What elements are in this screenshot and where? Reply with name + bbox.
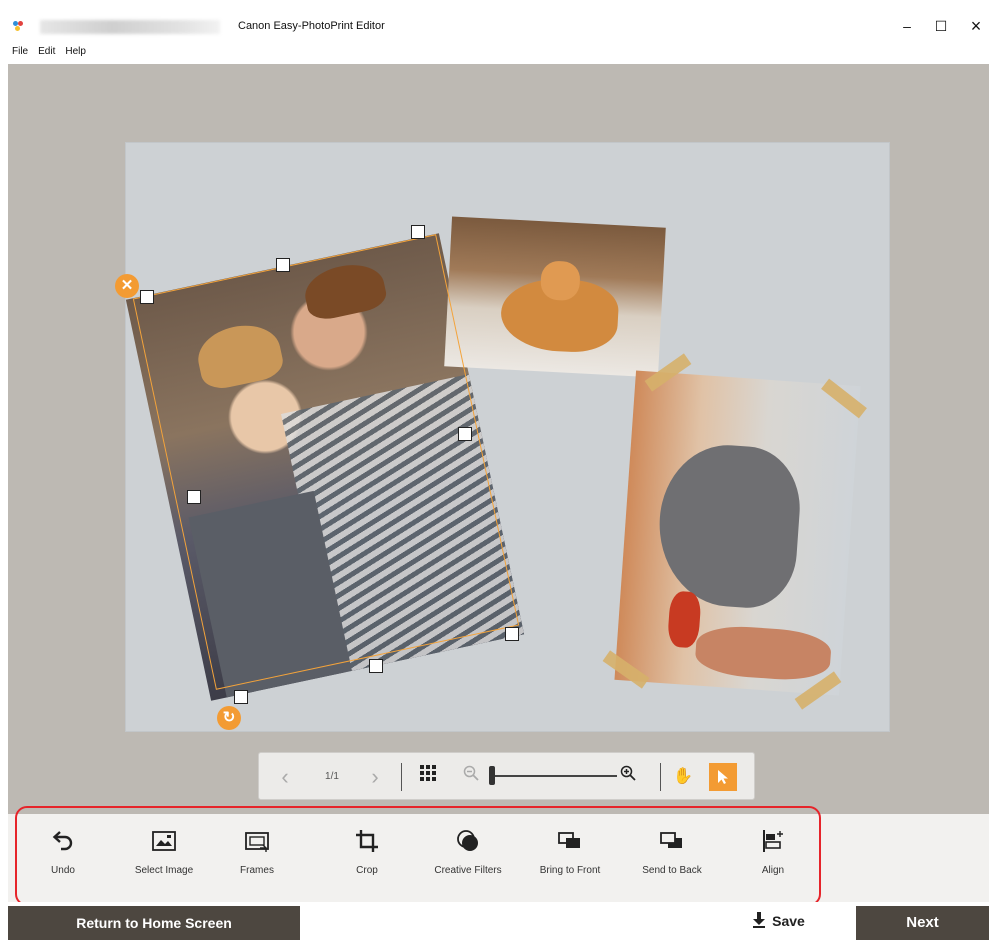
resize-handle[interactable] xyxy=(187,490,201,504)
chevron-right-icon[interactable]: › xyxy=(363,765,387,789)
zoom-in-icon[interactable] xyxy=(616,765,640,789)
menu-file[interactable]: File xyxy=(12,40,28,64)
delete-icon[interactable]: ✕ xyxy=(115,274,139,298)
app-icon xyxy=(13,21,24,31)
select-image-icon xyxy=(152,831,176,851)
resize-handle[interactable] xyxy=(234,690,248,704)
creative-filters-button[interactable]: Creative Filters xyxy=(420,820,516,896)
frames-icon xyxy=(245,832,269,852)
maximize-button[interactable]: ☐ xyxy=(927,16,955,36)
hand-icon[interactable]: ✋ xyxy=(671,765,695,789)
edit-toolbar: Undo Select Image Frames Crop Creative F… xyxy=(8,814,989,902)
chevron-left-icon[interactable]: ‹ xyxy=(273,765,297,789)
resize-handle[interactable] xyxy=(276,258,290,272)
photo-parrot[interactable] xyxy=(614,370,861,696)
menu-edit[interactable]: Edit xyxy=(38,40,55,64)
close-button[interactable]: × xyxy=(962,16,990,36)
resize-handle[interactable] xyxy=(505,627,519,641)
bring-to-front-icon xyxy=(558,832,580,848)
crop-label: Crop xyxy=(356,865,378,876)
resize-handle[interactable] xyxy=(411,225,425,239)
menu-help[interactable]: Help xyxy=(65,40,86,64)
next-button[interactable]: Next xyxy=(856,906,989,940)
pointer-icon[interactable] xyxy=(709,763,737,791)
select-image-button[interactable]: Select Image xyxy=(116,820,212,896)
rotate-icon[interactable]: ↻ xyxy=(217,706,241,730)
window-title: Canon Easy-PhotoPrint Editor xyxy=(238,20,385,32)
align-button[interactable]: Align xyxy=(725,820,821,896)
zoom-out-icon[interactable] xyxy=(459,765,483,789)
zoom-slider-thumb[interactable] xyxy=(489,766,495,785)
send-to-back-label: Send to Back xyxy=(642,865,702,876)
return-home-button[interactable]: Return to Home Screen xyxy=(8,906,300,940)
minimize-button[interactable]: – xyxy=(893,16,921,36)
title-bar: Canon Easy-PhotoPrint Editor – ☐ × xyxy=(0,0,997,40)
grid-icon[interactable] xyxy=(416,765,440,789)
crop-button[interactable]: Crop xyxy=(319,820,415,896)
download-icon xyxy=(753,912,766,928)
bring-to-front-label: Bring to Front xyxy=(539,865,601,876)
send-to-back-icon xyxy=(660,832,682,848)
frames-button[interactable]: Frames xyxy=(209,820,305,896)
save-button[interactable]: Save xyxy=(701,902,856,940)
undo-icon xyxy=(52,831,73,851)
align-label: Align xyxy=(761,865,785,876)
footer-bar: Return to Home Screen Save Next xyxy=(8,902,989,940)
photo-cat[interactable] xyxy=(444,216,666,378)
frames-label: Frames xyxy=(240,865,274,876)
select-image-label: Select Image xyxy=(134,865,194,876)
blurred-file-path xyxy=(40,20,220,34)
send-to-back-button[interactable]: Send to Back xyxy=(624,820,720,896)
bring-to-front-button[interactable]: Bring to Front xyxy=(522,820,618,896)
save-label: Save xyxy=(772,913,805,929)
undo-button[interactable]: Undo xyxy=(15,820,111,896)
resize-handle[interactable] xyxy=(140,290,154,304)
resize-handle[interactable] xyxy=(369,659,383,673)
zoom-slider-track[interactable] xyxy=(490,775,617,777)
page-indicator: 1/1 xyxy=(325,771,339,782)
menu-bar: File Edit Help xyxy=(0,40,997,64)
undo-label: Undo xyxy=(51,865,75,876)
creative-filters-icon xyxy=(457,830,478,851)
resize-handle[interactable] xyxy=(458,427,472,441)
crop-icon xyxy=(356,830,378,852)
creative-filters-label: Creative Filters xyxy=(434,865,502,876)
align-icon xyxy=(763,830,783,852)
